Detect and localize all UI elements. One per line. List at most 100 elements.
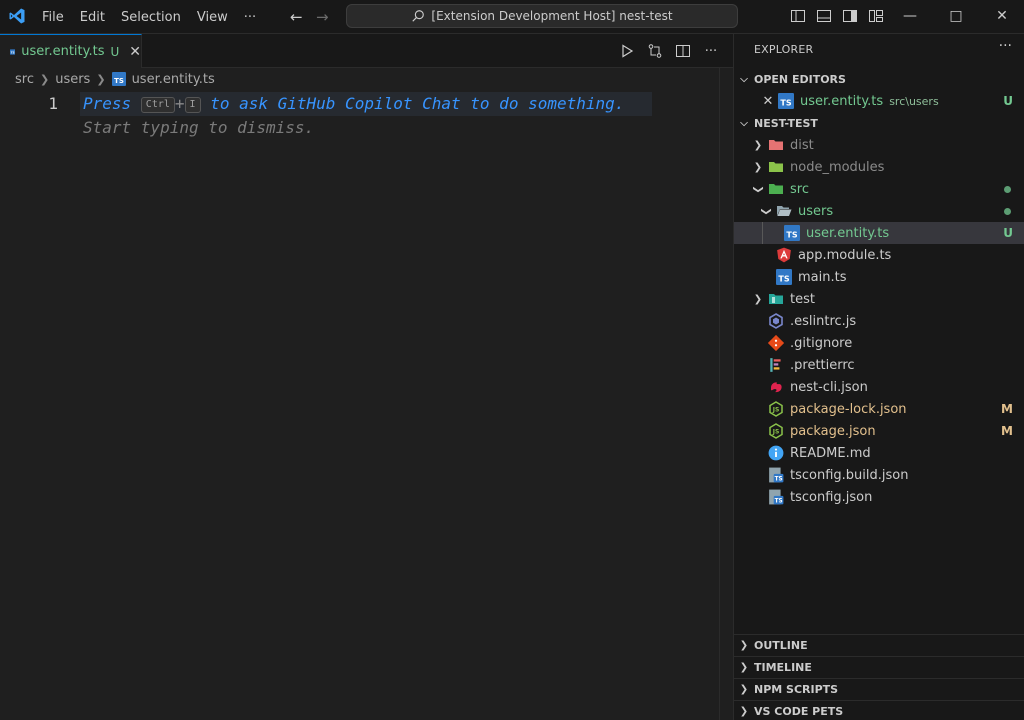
more-actions-icon[interactable]: ···	[703, 43, 719, 59]
menu-bar: File Edit Selection View ···	[34, 0, 264, 34]
menu-view[interactable]: View	[189, 10, 236, 25]
breadcrumb-users[interactable]: users	[55, 72, 90, 87]
git-file-icon	[768, 335, 784, 351]
compare-changes-icon[interactable]	[647, 43, 663, 59]
tree-item-nest-cli[interactable]: nest-cli.json	[734, 376, 1024, 398]
menu-more[interactable]: ···	[236, 10, 264, 25]
tree-item-tsconfig[interactable]: TS tsconfig.json	[734, 486, 1024, 508]
search-icon	[412, 10, 425, 22]
svg-text:TS: TS	[780, 99, 791, 108]
tree-item-tsconfig-build[interactable]: TS tsconfig.build.json	[734, 464, 1024, 486]
explorer-title: EXPLORER	[754, 43, 814, 56]
tree-item-package-lock[interactable]: JS package-lock.json M	[734, 398, 1024, 420]
breadcrumb-src[interactable]: src	[15, 72, 34, 87]
svg-text:TS: TS	[775, 477, 783, 483]
typescript-file-icon: TS	[111, 72, 126, 86]
editor-area: TS user.entity.ts U ✕ ··· src ❯ users ❯ …	[0, 34, 733, 720]
tree-item-gitignore[interactable]: .gitignore	[734, 332, 1024, 354]
open-editor-item[interactable]: ✕ TS user.entity.ts src\users U	[734, 90, 1024, 112]
toggle-secondary-sidebar-icon[interactable]	[842, 8, 858, 24]
chevron-right-icon: ❯	[739, 662, 749, 673]
breadcrumb-file[interactable]: user.entity.ts	[132, 72, 215, 87]
svg-text:TS: TS	[775, 499, 783, 505]
modified-dot-icon	[1004, 185, 1011, 193]
copilot-hint: Press Ctrl + I to ask GitHub Copilot Chat …	[83, 92, 624, 116]
code-line: 1 Press Ctrl + I to ask GitHub Copilot Cha…	[0, 92, 733, 116]
tree-item-dist[interactable]: ❯ dist	[734, 134, 1024, 156]
code-editor[interactable]: 1 Press Ctrl + I to ask GitHub Copilot Cha…	[0, 92, 733, 140]
info-icon	[768, 445, 784, 461]
tab-bar: TS user.entity.ts U ✕ ···	[0, 34, 733, 68]
tree-item-node-modules[interactable]: ❯ node_modules	[734, 156, 1024, 178]
tree-item-package[interactable]: JS package.json M	[734, 420, 1024, 442]
tree-item-main[interactable]: TS main.ts	[734, 266, 1024, 288]
editor-actions: ···	[619, 43, 719, 59]
folder-node-icon	[769, 162, 783, 172]
minimize-button[interactable]: —	[887, 0, 933, 32]
tree-label: users	[798, 203, 834, 219]
nodejs-file-icon: JS	[769, 401, 783, 417]
chevron-down-icon: ❯	[760, 206, 772, 216]
outline-section[interactable]: ❯ OUTLINE	[734, 634, 1024, 656]
open-editor-path: src\users	[889, 94, 939, 108]
tree-label: nest-cli.json	[790, 379, 868, 395]
tree-label: src	[790, 181, 809, 197]
menu-file[interactable]: File	[34, 10, 72, 25]
tree-label: README.md	[790, 445, 871, 461]
vscode-logo-icon	[9, 8, 25, 24]
tree-item-user-entity[interactable]: TS user.entity.ts U	[734, 222, 1024, 244]
tree-item-prettierrc[interactable]: .prettierrc	[734, 354, 1024, 376]
tree-item-src[interactable]: ❯ src	[734, 178, 1024, 200]
split-editor-icon[interactable]	[675, 43, 691, 59]
close-window-button[interactable]: ✕	[979, 0, 1024, 32]
chevron-right-icon: ❯	[739, 706, 749, 717]
menu-selection[interactable]: Selection	[113, 10, 189, 25]
back-arrow-icon[interactable]: ←	[290, 8, 303, 26]
npm-scripts-section[interactable]: ❯ NPM SCRIPTS	[734, 678, 1024, 700]
section-label: TIMELINE	[754, 661, 812, 674]
timeline-section[interactable]: ❯ TIMELINE	[734, 656, 1024, 678]
command-center[interactable]: [Extension Development Host] nest-test	[346, 4, 738, 28]
tree-item-users[interactable]: ❯ users	[734, 200, 1024, 222]
breadcrumb: src ❯ users ❯ TS user.entity.ts	[15, 70, 215, 88]
nodejs-file-icon: JS	[769, 423, 783, 439]
folder-test-icon	[769, 294, 783, 304]
kbd-plus: +	[174, 94, 185, 113]
customize-layout-icon[interactable]	[868, 8, 884, 24]
open-editors-section[interactable]: ⌵ OPEN EDITORS	[734, 68, 1024, 90]
typescript-file-icon: TS	[10, 48, 16, 55]
open-editor-file: user.entity.ts	[800, 93, 884, 109]
menu-edit[interactable]: Edit	[72, 10, 113, 25]
typescript-file-icon: TS	[778, 93, 794, 109]
folder-src-icon	[769, 184, 783, 194]
toggle-primary-sidebar-icon[interactable]	[790, 8, 806, 24]
hint-press: Press	[83, 94, 141, 113]
toggle-panel-icon[interactable]	[816, 8, 832, 24]
run-icon[interactable]	[619, 43, 635, 59]
vscode-pets-section[interactable]: ❯ VS CODE PETS	[734, 700, 1024, 720]
close-icon[interactable]: ✕	[760, 93, 776, 109]
chevron-right-icon: ❯	[739, 640, 749, 651]
forward-arrow-icon[interactable]: →	[316, 8, 329, 26]
chevron-right-icon: ❯	[739, 684, 749, 695]
layout-controls	[790, 8, 884, 24]
kbd-i: I	[184, 97, 201, 113]
folder-dist-icon	[769, 140, 783, 150]
folder-open-icon	[777, 206, 792, 216]
section-label: VS CODE PETS	[754, 705, 844, 718]
tree-item-readme[interactable]: README.md	[734, 442, 1024, 464]
close-tab-icon[interactable]: ✕	[129, 44, 141, 60]
tab-git-status: U	[110, 44, 120, 59]
tree-item-test[interactable]: ❯ test	[734, 288, 1024, 310]
tree-label: test	[790, 291, 815, 307]
project-section[interactable]: ⌵ NEST-TEST	[734, 112, 1024, 134]
section-label: OUTLINE	[754, 639, 808, 652]
tree-item-eslintrc[interactable]: .eslintrc.js	[734, 310, 1024, 332]
tab-user-entity[interactable]: TS user.entity.ts U ✕	[0, 34, 142, 68]
tree-label: package-lock.json	[790, 401, 907, 417]
explorer-more-icon[interactable]: ···	[999, 38, 1012, 54]
editor-scrollbar[interactable]	[719, 68, 733, 720]
maximize-button[interactable]: □	[933, 0, 979, 32]
tree-item-app-module[interactable]: app.module.ts	[734, 244, 1024, 266]
hint-rest: to ask GitHub Copilot Chat to do somethi…	[200, 94, 625, 113]
